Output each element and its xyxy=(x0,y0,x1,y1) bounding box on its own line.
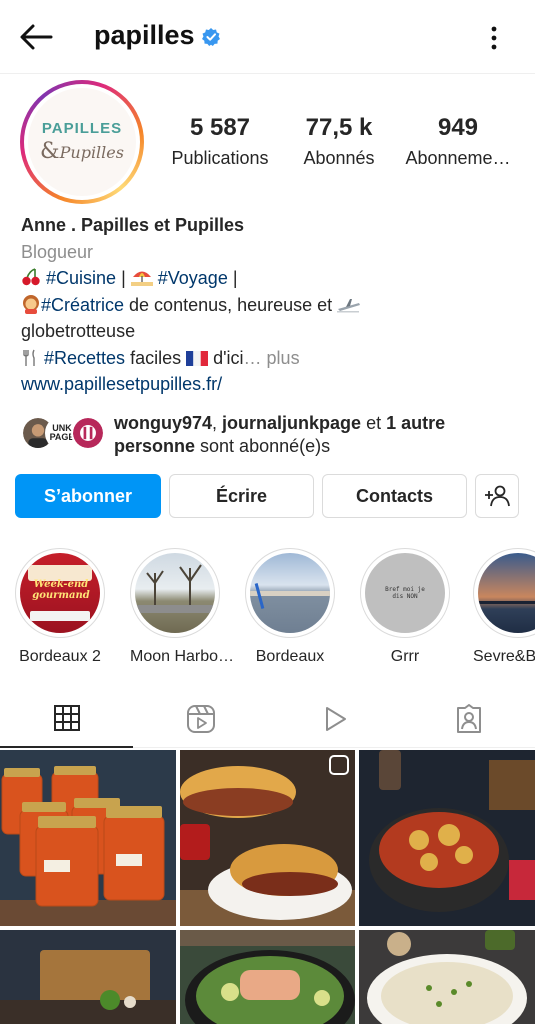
highlight-grrr[interactable]: Bref moi je dis NON Grrr xyxy=(360,548,450,666)
hashtag-voyage[interactable]: #Voyage xyxy=(158,268,228,288)
stat-posts[interactable]: 5 587 Publications xyxy=(164,114,276,169)
woman-emoji-icon xyxy=(23,294,39,314)
profile-display-name: Anne . Papilles et Pupilles xyxy=(21,215,245,235)
hashtag-recettes[interactable]: #Recettes xyxy=(44,348,125,368)
highlight-bordeaux[interactable]: Bordeaux xyxy=(245,548,335,666)
highlight-cover xyxy=(250,553,330,633)
post-thumbnail[interactable] xyxy=(0,750,176,926)
highlight-cover: Week-end gourmand xyxy=(20,553,100,633)
followed-by-text: wonguy974, journaljunkpage et 1 autre pe… xyxy=(114,413,446,456)
bio-line-1: #Cuisine | #Voyage | xyxy=(21,265,521,292)
post-thumbnail[interactable] xyxy=(180,750,355,926)
cherries-icon xyxy=(22,268,40,286)
stat-following[interactable]: 949 Abonneme… xyxy=(400,114,516,169)
tagged-icon xyxy=(456,704,481,733)
stat-followers[interactable]: 77,5 k Abonnés xyxy=(292,114,386,169)
bio-line-2: #Créatrice de contenus, heureuse et xyxy=(21,292,521,319)
france-flag-icon xyxy=(186,350,209,366)
highlight-bordeaux-2[interactable]: Week-end gourmand Bordeaux 2 xyxy=(15,548,105,666)
highlight-sevre[interactable]: Sevre&B xyxy=(473,548,535,666)
profile-tabs xyxy=(0,690,535,748)
follower-avatar-3 xyxy=(71,416,105,450)
highlight-cover: Bref moi je dis NON xyxy=(365,553,445,633)
profile-username: papilles xyxy=(94,20,195,50)
followed-by[interactable]: UNK PAGE wonguy974, journaljunkpage et 1… xyxy=(21,412,521,460)
add-person-button[interactable] xyxy=(475,474,519,518)
verified-badge-icon xyxy=(202,28,220,46)
top-bar: papilles xyxy=(0,0,535,74)
post-thumbnail[interactable] xyxy=(0,930,176,1024)
bio-line-4: #Recettes faciles d'ici… plus xyxy=(21,345,521,372)
airplane-icon xyxy=(337,298,361,312)
reels-icon xyxy=(186,705,215,733)
beach-umbrella-icon xyxy=(130,271,153,286)
hashtag-creatrice[interactable]: #Créatrice xyxy=(41,295,124,315)
post-thumbnail[interactable] xyxy=(359,930,535,1024)
profile-category: Blogueur xyxy=(21,241,94,262)
tab-reels[interactable] xyxy=(134,690,267,748)
message-button[interactable]: Écrire xyxy=(169,474,314,518)
play-icon xyxy=(325,707,346,731)
avatar-logo: PAPILLES &Pupilles xyxy=(28,88,136,196)
bio-line-3: globetrotteuse xyxy=(21,321,136,341)
post-thumbnail[interactable] xyxy=(359,750,535,926)
add-person-icon xyxy=(485,485,510,507)
tab-tagged[interactable] xyxy=(402,690,535,748)
highlight-cover xyxy=(135,553,215,633)
tab-posts[interactable] xyxy=(0,690,133,748)
contacts-button[interactable]: Contacts xyxy=(322,474,467,518)
tab-videos[interactable] xyxy=(268,690,401,748)
website-link[interactable]: www.papillesetpupilles.fr/ xyxy=(21,371,521,398)
grid-icon xyxy=(53,705,80,731)
follow-button[interactable]: S’abonner xyxy=(15,474,161,518)
profile-avatar[interactable]: PAPILLES &Pupilles xyxy=(20,80,144,204)
more-vertical-icon[interactable] xyxy=(482,24,506,52)
fork-knife-icon xyxy=(23,349,35,366)
hashtag-cuisine[interactable]: #Cuisine xyxy=(46,268,116,288)
post-thumbnail[interactable] xyxy=(180,930,355,1024)
highlight-cover xyxy=(478,553,535,633)
highlight-moon-harbour[interactable]: Moon Harbo… xyxy=(130,548,234,666)
bio-more-link[interactable]: … plus xyxy=(244,348,300,368)
profile-bio: Anne . Papilles et Pupilles Blogueur #Cu… xyxy=(21,212,521,398)
arrow-left-icon[interactable] xyxy=(18,22,54,52)
